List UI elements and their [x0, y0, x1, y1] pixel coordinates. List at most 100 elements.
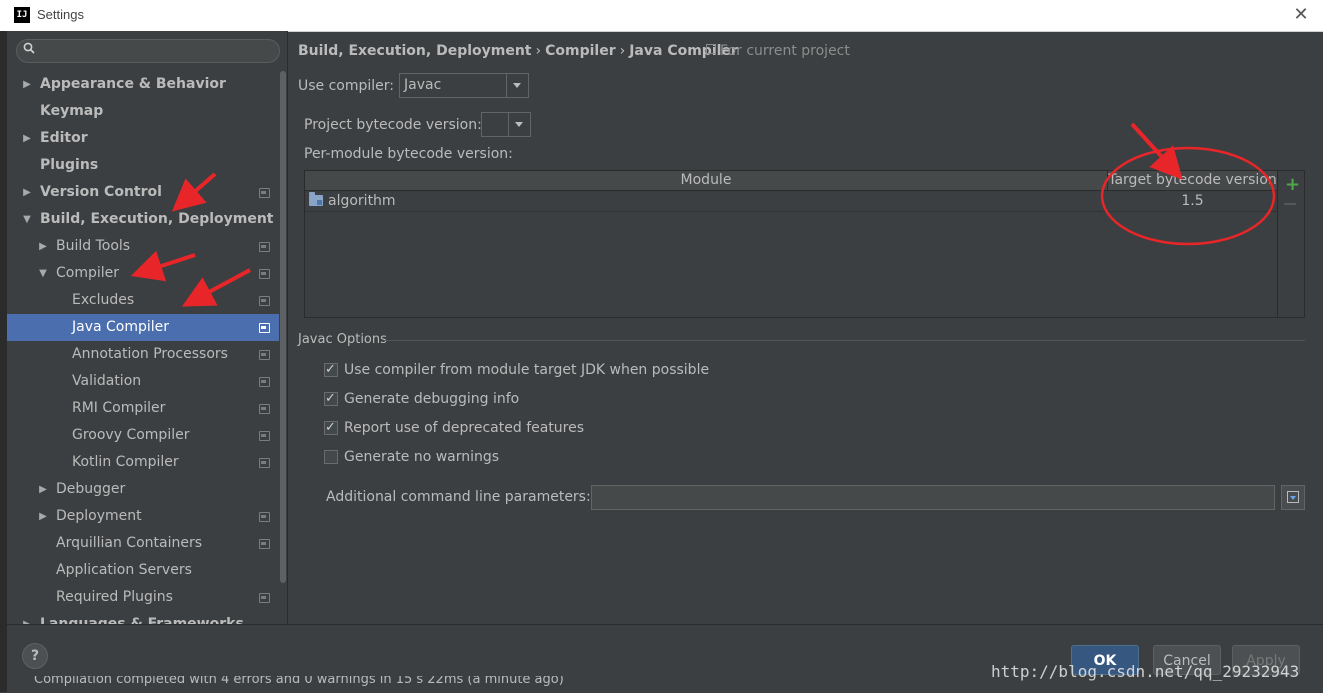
cmd-params-input[interactable]	[591, 485, 1275, 510]
sidebar-item-version-control[interactable]: ▶ Version Control	[7, 179, 279, 206]
expanded-arrow-icon[interactable]: ▼	[37, 260, 49, 287]
project-scope-icon	[259, 404, 270, 414]
breadcrumb-part: Compiler	[545, 43, 616, 59]
remove-icon[interactable]	[1284, 203, 1296, 205]
column-header-target-version[interactable]: Target bytecode version	[1108, 171, 1277, 190]
sidebar-item-label: Groovy Compiler	[72, 427, 190, 443]
scope-indicator: For current project	[706, 43, 850, 59]
expand-icon	[1287, 491, 1299, 503]
cmd-params-label: Additional command line parameters:	[326, 489, 591, 505]
checkbox-checked[interactable]	[324, 389, 338, 409]
sidebar-item-label: Keymap	[40, 103, 104, 119]
module-folder-icon	[309, 192, 323, 206]
sidebar-item-deployment[interactable]: ▶ Deployment	[7, 503, 279, 530]
sidebar-item-label: Compiler	[56, 265, 120, 281]
status-bar: Compilation completed with 4 errors and …	[0, 676, 600, 692]
sidebar-item-label: Plugins	[40, 157, 99, 173]
sidebar-item-label: Build, Execution, Deployment	[40, 211, 274, 227]
sidebar-item-label: Deployment	[56, 508, 142, 524]
sidebar-item-build-tools[interactable]: ▶ Build Tools	[7, 233, 279, 260]
breadcrumb-separator: ›	[535, 43, 542, 59]
project-scope-icon	[259, 431, 270, 441]
target-version-cell[interactable]: 1.5	[1108, 191, 1277, 211]
sidebar-item-languages-frameworks[interactable]: ▶ Languages & Frameworks	[7, 611, 279, 624]
breadcrumb-part: Build, Execution, Deployment	[298, 43, 532, 59]
settings-sidebar: ▶ Appearance & Behavior Keymap ▶ Editor Plugi…	[7, 31, 288, 624]
sidebar-item-keymap[interactable]: Keymap	[7, 98, 279, 125]
module-name: algorithm	[328, 193, 396, 209]
use-compiler-value: Javac	[404, 77, 442, 93]
help-button[interactable]: ?	[22, 643, 48, 669]
sidebar-item-label: Required Plugins	[56, 589, 173, 605]
collapsed-arrow-icon[interactable]: ▶	[21, 179, 33, 206]
javac-options-title: Javac Options	[298, 332, 387, 347]
collapsed-arrow-icon[interactable]: ▶	[21, 125, 33, 152]
sidebar-item-label: RMI Compiler	[72, 400, 166, 416]
per-module-label: Per-module bytecode version:	[304, 146, 513, 162]
project-scope-icon	[259, 539, 270, 549]
checkbox-checked[interactable]	[324, 418, 338, 438]
checkbox-label: Report use of deprecated features	[344, 420, 585, 436]
table-row[interactable]: algorithm 1.5	[305, 191, 1277, 212]
sidebar-item-annotation-processors[interactable]: Annotation Processors	[7, 341, 279, 368]
search-input[interactable]	[16, 39, 280, 63]
table-toolbar: +	[1278, 170, 1305, 318]
chevron-down-icon[interactable]	[506, 74, 528, 97]
collapsed-arrow-icon[interactable]: ▶	[37, 233, 49, 260]
status-text: Compilation completed with 4 errors and …	[34, 676, 564, 687]
use-compiler-label: Use compiler:	[298, 78, 395, 94]
sidebar-item-label: Version Control	[40, 184, 162, 200]
sidebar-item-groovy-compiler[interactable]: Groovy Compiler	[7, 422, 279, 449]
checkbox-unchecked[interactable]	[324, 450, 338, 464]
collapsed-arrow-icon[interactable]: ▶	[21, 71, 33, 98]
project-scope-icon	[259, 296, 270, 306]
sidebar-scrollbar[interactable]	[279, 71, 287, 624]
sidebar-item-debugger[interactable]: ▶ Debugger	[7, 476, 279, 503]
sidebar-item-label: Annotation Processors	[72, 346, 228, 362]
settings-content: Build, Execution, Deployment › Compiler › Ja…	[288, 31, 1323, 624]
breadcrumb: Build, Execution, Deployment › Compiler › Ja…	[298, 43, 738, 59]
chevron-down-icon[interactable]	[508, 113, 530, 136]
add-icon[interactable]: +	[1285, 176, 1300, 194]
sidebar-item-excludes[interactable]: Excludes	[7, 287, 279, 314]
collapsed-arrow-icon[interactable]: ▶	[37, 503, 49, 530]
sidebar-item-application-servers[interactable]: Application Servers	[7, 557, 279, 584]
checkbox-label: Use compiler from module target JDK when…	[344, 362, 710, 378]
settings-tree: ▶ Appearance & Behavior Keymap ▶ Editor Plugi…	[7, 71, 279, 624]
scrollbar-thumb[interactable]	[280, 71, 286, 583]
sidebar-item-validation[interactable]: Validation	[7, 368, 279, 395]
close-icon[interactable]: ✕	[1289, 3, 1313, 27]
use-compiler-select[interactable]: Javac	[399, 73, 529, 98]
project-bytecode-select[interactable]	[481, 112, 531, 137]
project-bytecode-label: Project bytecode version:	[304, 117, 482, 133]
sidebar-item-java-compiler[interactable]: Java Compiler	[7, 314, 279, 341]
breadcrumb-separator: ›	[619, 43, 626, 59]
intellij-logo-icon: IJ	[14, 7, 30, 23]
sidebar-item-plugins[interactable]: Plugins	[7, 152, 279, 179]
module-cell[interactable]: algorithm	[309, 191, 1105, 211]
project-scope-icon	[259, 350, 270, 360]
sidebar-item-label: Application Servers	[56, 562, 192, 578]
sidebar-item-arquillian-containers[interactable]: Arquillian Containers	[7, 530, 279, 557]
module-bytecode-table[interactable]: Module Target bytecode version algorithm…	[304, 170, 1278, 318]
project-scope-icon	[259, 269, 270, 279]
sidebar-item-kotlin-compiler[interactable]: Kotlin Compiler	[7, 449, 279, 476]
project-scope-icon	[259, 323, 270, 333]
checkbox-label: Generate debugging info	[344, 391, 520, 407]
sidebar-item-compiler[interactable]: ▼ Compiler	[7, 260, 279, 287]
sidebar-item-label: Excludes	[72, 292, 135, 308]
sidebar-item-editor[interactable]: ▶ Editor	[7, 125, 279, 152]
column-header-module[interactable]: Module	[305, 171, 1108, 190]
sidebar-item-appearance-behavior[interactable]: ▶ Appearance & Behavior	[7, 71, 279, 98]
expand-params-button[interactable]	[1281, 485, 1305, 510]
collapsed-arrow-icon[interactable]: ▶	[37, 476, 49, 503]
sidebar-item-build-execution-deployment[interactable]: ▼ Build, Execution, Deployment	[7, 206, 279, 233]
sidebar-item-rmi-compiler[interactable]: RMI Compiler	[7, 395, 279, 422]
project-scope-icon	[259, 512, 270, 522]
expanded-arrow-icon[interactable]: ▼	[21, 206, 33, 233]
collapsed-arrow-icon[interactable]: ▶	[21, 611, 33, 624]
project-scope-icon	[259, 242, 270, 252]
sidebar-item-label: Kotlin Compiler	[72, 454, 179, 470]
sidebar-item-required-plugins[interactable]: Required Plugins	[7, 584, 279, 611]
checkbox-checked[interactable]	[324, 360, 338, 380]
